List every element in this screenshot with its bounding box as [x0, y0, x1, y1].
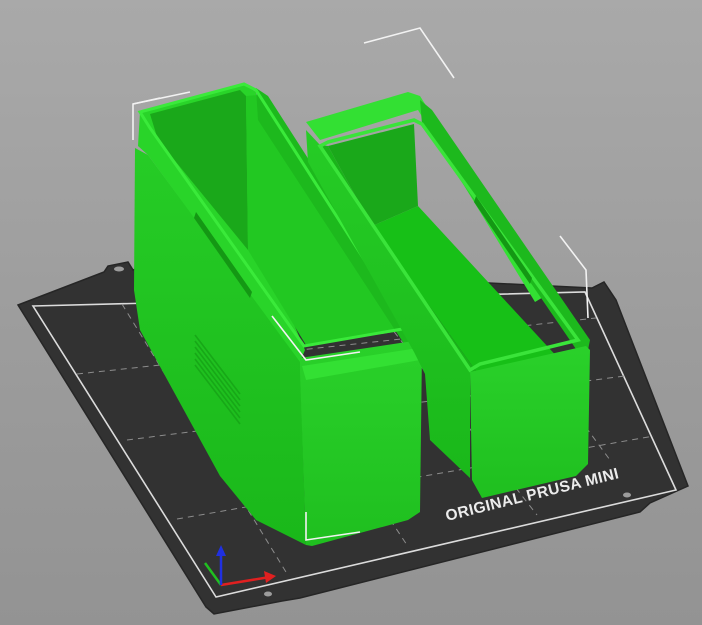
box-right-latch-slot	[474, 196, 532, 284]
bed-mount-hole	[623, 492, 631, 498]
3d-viewport[interactable]: ORIGINAL PRUSA MINI	[0, 0, 702, 625]
bed-mount-hole	[264, 591, 272, 597]
box-right-front-face	[470, 346, 590, 498]
bed-mount-hole	[114, 266, 124, 272]
